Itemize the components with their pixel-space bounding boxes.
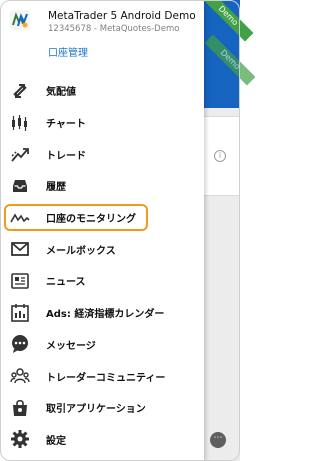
menu-item-label: 設定 (46, 435, 66, 447)
more-icon[interactable]: ⋯ (210, 432, 226, 448)
menu-item-trader-community[interactable]: トレーダーコミュニティー (0, 360, 204, 392)
menu-item-chart[interactable]: チャート (0, 107, 204, 139)
calendar-icon (10, 303, 30, 323)
menu-item-label: チャート (46, 119, 86, 131)
menu-item-label: 口座のモニタリング (46, 214, 136, 226)
menu-item-label: Ads: 経済指標カレンダー (46, 309, 165, 321)
account-header[interactable]: MetaTrader 5 Android Demo 12345678 - Met… (0, 0, 204, 68)
navigation-drawer: MetaTrader 5 Android Demo 12345678 - Met… (0, 0, 204, 461)
menu-item-messages[interactable]: メッセージ (0, 329, 204, 361)
menu-item-account-monitoring[interactable]: 口座のモニタリング (0, 202, 204, 234)
chart-icon (10, 113, 30, 133)
monitoring-icon (10, 208, 30, 228)
menu-item-label: メールボックス (46, 245, 116, 257)
apps-icon (10, 398, 30, 418)
menu-item-label: ニュース (46, 277, 86, 289)
menu-item-mailbox[interactable]: メールボックス (0, 233, 204, 265)
menu-item-history[interactable]: 履歴 (0, 170, 204, 202)
menu-item-trading-apps[interactable]: 取引アプリケーション (0, 392, 204, 424)
manage-accounts-link[interactable]: 口座管理 (48, 44, 88, 59)
news-icon (10, 271, 30, 291)
history-icon (10, 176, 30, 196)
menu-item-label: 履歴 (46, 182, 66, 194)
quotes-icon (10, 81, 30, 101)
account-server: 12345678 - MetaQuotes-Demo (48, 24, 180, 34)
drawer-menu: 気配値 チャート トレード 履歴 口座のモニタリング メールボックス ニュース … (0, 75, 204, 455)
menu-item-trade[interactable]: トレード (0, 138, 204, 170)
menu-item-label: トレーダーコミュニティー (46, 372, 166, 384)
menu-item-label: 取引アプリケーション (46, 404, 146, 416)
info-icon[interactable]: i (214, 150, 226, 162)
menu-item-settings[interactable]: 設定 (0, 424, 204, 456)
account-name: MetaTrader 5 Android Demo (48, 10, 196, 22)
mail-icon (10, 239, 30, 259)
menu-item-label: メッセージ (46, 340, 96, 352)
community-icon (10, 366, 30, 386)
menu-item-economic-calendar[interactable]: Ads: 経済指標カレンダー (0, 297, 204, 329)
metatrader-logo-icon (10, 10, 30, 30)
settings-icon (10, 429, 30, 449)
menu-item-label: トレード (46, 150, 86, 162)
menu-item-quotes[interactable]: 気配値 (0, 75, 204, 107)
menu-item-news[interactable]: ニュース (0, 265, 204, 297)
trade-icon (10, 144, 30, 164)
message-icon (10, 334, 30, 354)
menu-item-label: 気配値 (46, 87, 76, 99)
